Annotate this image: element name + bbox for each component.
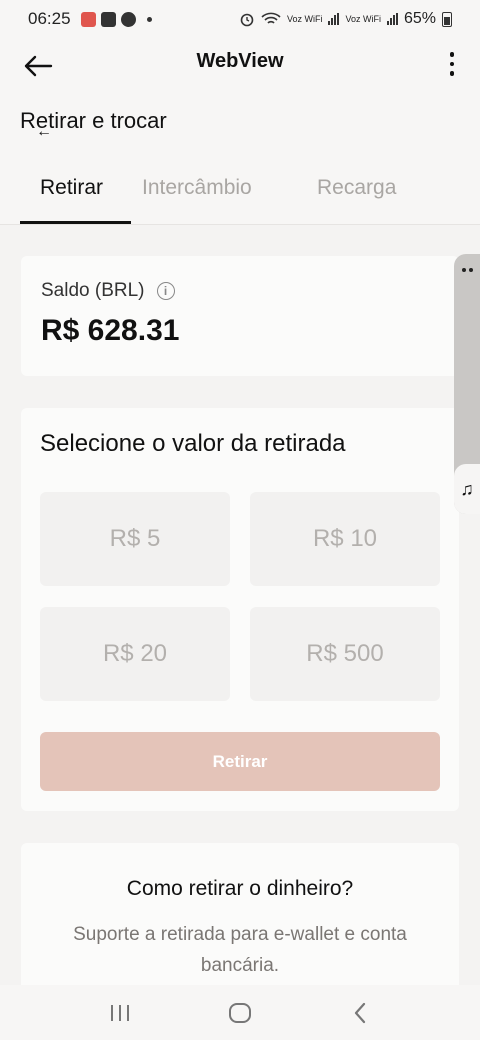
voz-wifi-label: Voz WiFi — [286, 14, 323, 24]
how-to-title: Como retirar o dinheiro? — [126, 877, 354, 900]
floating-side-widget[interactable]: ♫ — [454, 254, 480, 514]
voz-wifi-label-2: Voz WiFi — [345, 14, 381, 24]
signal-icon — [328, 13, 340, 25]
how-to-description: Suporte a retirada para e-wallet e conta… — [73, 924, 407, 976]
tab-bar: Retirar Intercâmbio Recarga — [20, 160, 417, 224]
app-bar-title: WebView — [196, 50, 284, 72]
amount-option-20[interactable]: R$ 20 — [40, 607, 230, 701]
facebook-notification-icon — [120, 11, 136, 27]
more-vertical-icon — [449, 52, 455, 57]
app-bar: WebView — [0, 38, 480, 90]
amount-option-5[interactable]: R$ 5 — [40, 492, 230, 586]
wifi-icon — [261, 12, 281, 24]
tab-retirar[interactable]: Retirar — [20, 160, 131, 224]
how-to-withdraw-card: Como retirar o dinheiro? Suporte a retir… — [21, 843, 459, 1003]
widget-menu-icon — [462, 268, 473, 272]
battery-icon — [442, 11, 452, 27]
withdraw-amount-card: Selecione o valor da retirada R$ 5 R$ 10… — [21, 408, 459, 811]
status-time: 06:25 — [28, 9, 71, 28]
recent-apps-button[interactable] — [90, 993, 150, 1033]
amount-option-10[interactable]: R$ 10 — [250, 492, 440, 586]
music-note-icon[interactable]: ♫ — [454, 464, 480, 514]
info-icon[interactable]: i — [156, 282, 175, 300]
recent-apps-icon — [111, 1004, 129, 1021]
small-back-arrow-icon[interactable]: ← — [36, 123, 52, 141]
withdraw-amount-title: Selecione o valor da retirada — [40, 430, 346, 457]
app-notification-icon — [80, 11, 96, 27]
tab-intercambio[interactable]: Intercâmbio — [131, 160, 297, 224]
signal-icon-2 — [386, 13, 398, 25]
system-nav-bar — [0, 985, 480, 1040]
more-notifications-icon — [146, 16, 152, 22]
home-icon — [229, 1002, 251, 1023]
gallery-notification-icon — [100, 11, 116, 27]
back-nav-button[interactable] — [330, 993, 390, 1033]
tab-recarga[interactable]: Recarga — [297, 160, 417, 224]
page-header: Retirar e trocar ← Retirar Intercâmbio R… — [0, 90, 480, 225]
more-options-button[interactable] — [438, 44, 466, 84]
webview-page: Retirar e trocar ← Retirar Intercâmbio R… — [0, 90, 480, 1003]
battery-percent: 65% — [403, 10, 436, 27]
amount-option-500[interactable]: R$ 500 — [250, 607, 440, 701]
status-bar: 06:25 Voz WiFi Voz WiFi 65% — [0, 0, 480, 38]
home-button[interactable] — [210, 993, 270, 1033]
balance-card: Saldo (BRL) i R$ 628.31 — [21, 256, 459, 376]
balance-label: Saldo (BRL) — [41, 280, 145, 301]
withdraw-button[interactable]: Retirar — [40, 732, 440, 791]
back-chevron-icon — [354, 1002, 366, 1023]
balance-value: R$ 628.31 — [41, 314, 180, 347]
balance-label-row: Saldo (BRL) i — [41, 280, 175, 302]
alarm-icon — [240, 13, 254, 27]
